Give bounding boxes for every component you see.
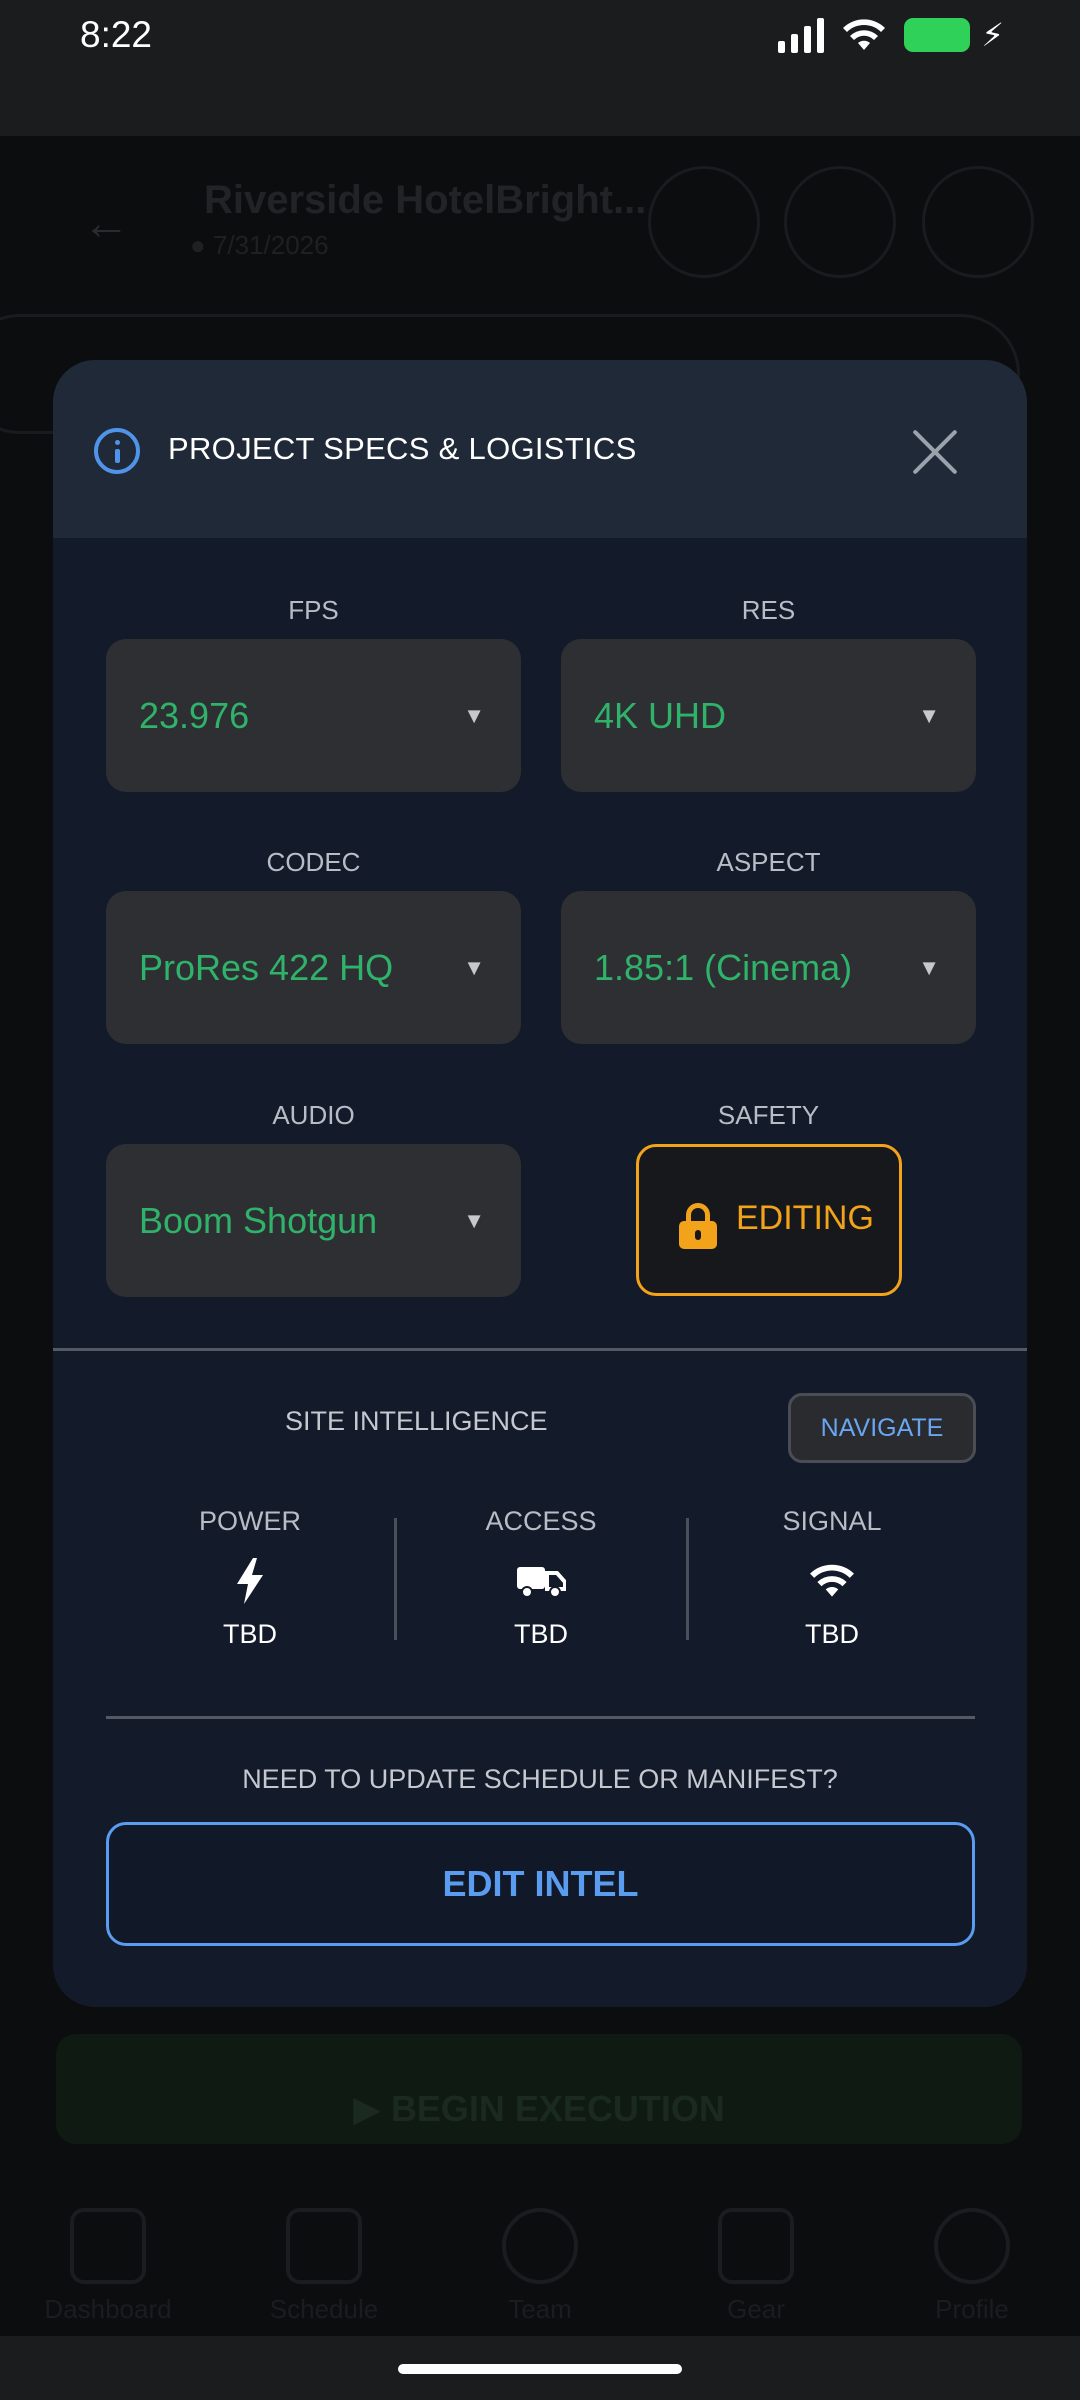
safety-label: SAFETY bbox=[717, 1100, 820, 1130]
save-icon bbox=[648, 166, 760, 278]
chevron-down-icon: ▼ bbox=[918, 702, 940, 728]
metric-divider bbox=[394, 1518, 397, 1640]
signal-metric: SIGNAL TBD bbox=[732, 1506, 932, 1650]
section-divider bbox=[53, 1348, 1027, 1351]
tab-label: Team bbox=[508, 2294, 572, 2324]
fps-value: 23.976 bbox=[139, 694, 250, 736]
power-value: TBD bbox=[223, 1619, 277, 1649]
status-time: 8:22 bbox=[80, 14, 153, 55]
chevron-down-icon: ▼ bbox=[463, 954, 485, 980]
res-select[interactable]: 4K UHD ▼ bbox=[561, 639, 976, 792]
signal-label: SIGNAL bbox=[782, 1506, 882, 1536]
audio-label: AUDIO bbox=[272, 1100, 355, 1130]
wifi-icon bbox=[732, 1553, 932, 1609]
safety-value: EDITING bbox=[736, 1199, 874, 1237]
team-icon bbox=[502, 2208, 578, 2284]
safety-editing-button[interactable]: EDITING bbox=[636, 1144, 902, 1296]
chevron-down-icon: ▼ bbox=[463, 702, 485, 728]
lightning-icon bbox=[150, 1553, 350, 1609]
access-value: TBD bbox=[514, 1619, 568, 1649]
section-divider bbox=[106, 1716, 975, 1719]
cellular-signal-icon bbox=[777, 17, 824, 53]
codec-label: CODEC bbox=[266, 847, 361, 877]
aspect-value: 1.85:1 (Cinema) bbox=[594, 946, 853, 988]
status-icons: ⚡ bbox=[777, 16, 1004, 54]
tab-label: Dashboard bbox=[44, 2294, 172, 2324]
battery-icon bbox=[903, 18, 970, 52]
aspect-label: ASPECT bbox=[716, 847, 821, 877]
access-metric: ACCESS TBD bbox=[441, 1506, 641, 1650]
navigate-button[interactable]: NAVIGATE bbox=[788, 1393, 976, 1463]
info-icon bbox=[94, 428, 140, 474]
edit-intel-button[interactable]: EDIT INTEL bbox=[106, 1822, 975, 1946]
calendar-icon bbox=[286, 2208, 362, 2284]
background-header: ← Riverside HotelBright... ● 7/31/2026 bbox=[0, 136, 1080, 296]
tab-label: Gear bbox=[727, 2294, 785, 2324]
audio-select[interactable]: Boom Shotgun ▼ bbox=[106, 1144, 521, 1297]
tab-label: Schedule bbox=[269, 2294, 379, 2324]
fps-label: FPS bbox=[288, 595, 339, 625]
profile-icon bbox=[934, 2208, 1010, 2284]
aspect-select[interactable]: 1.85:1 (Cinema) ▼ bbox=[561, 891, 976, 1044]
codec-select[interactable]: ProRes 422 HQ ▼ bbox=[106, 891, 521, 1044]
chevron-down-icon: ▼ bbox=[463, 1207, 485, 1233]
metric-divider bbox=[686, 1518, 689, 1640]
power-label: POWER bbox=[198, 1506, 301, 1536]
signal-value: TBD bbox=[805, 1619, 859, 1649]
camera-icon bbox=[922, 166, 1034, 278]
codec-value: ProRes 422 HQ bbox=[139, 946, 394, 988]
back-arrow-icon: ← bbox=[82, 197, 130, 250]
tab-label: Profile bbox=[935, 2294, 1009, 2324]
status-bar: 8:22 ⚡ bbox=[0, 0, 1080, 136]
lock-icon bbox=[679, 1203, 717, 1249]
truck-icon bbox=[441, 1553, 641, 1609]
power-metric: POWER TBD bbox=[150, 1506, 350, 1650]
background-date-text: 7/31/2026 bbox=[212, 230, 329, 260]
chevron-down-icon: ▼ bbox=[918, 954, 940, 980]
charging-icon: ⚡ bbox=[981, 17, 1004, 53]
project-specs-modal: PROJECT SPECS & LOGISTICS FPS 23.976 ▼ R… bbox=[53, 360, 1027, 2007]
home-indicator[interactable] bbox=[398, 2364, 682, 2374]
site-intelligence-heading: SITE INTELLIGENCE bbox=[285, 1406, 548, 1436]
modal-header: PROJECT SPECS & LOGISTICS bbox=[53, 360, 1027, 538]
begin-execution-button: ▶ BEGIN EXECUTION bbox=[56, 2034, 1022, 2144]
close-button[interactable] bbox=[903, 420, 967, 484]
background-date: ● 7/31/2026 bbox=[190, 230, 329, 260]
background-title: Riverside HotelBright... bbox=[204, 178, 647, 222]
briefcase-icon bbox=[718, 2208, 794, 2284]
fps-select[interactable]: 23.976 ▼ bbox=[106, 639, 521, 792]
modal-title: PROJECT SPECS & LOGISTICS bbox=[168, 431, 637, 466]
sliders-icon bbox=[784, 166, 896, 278]
update-prompt: NEED TO UPDATE SCHEDULE OR MANIFEST? bbox=[242, 1764, 838, 1794]
wifi-icon bbox=[842, 19, 885, 50]
dashboard-icon bbox=[70, 2208, 146, 2284]
res-label: RES bbox=[741, 595, 796, 625]
access-label: ACCESS bbox=[485, 1506, 597, 1536]
audio-value: Boom Shotgun bbox=[139, 1199, 378, 1241]
res-value: 4K UHD bbox=[594, 694, 727, 736]
